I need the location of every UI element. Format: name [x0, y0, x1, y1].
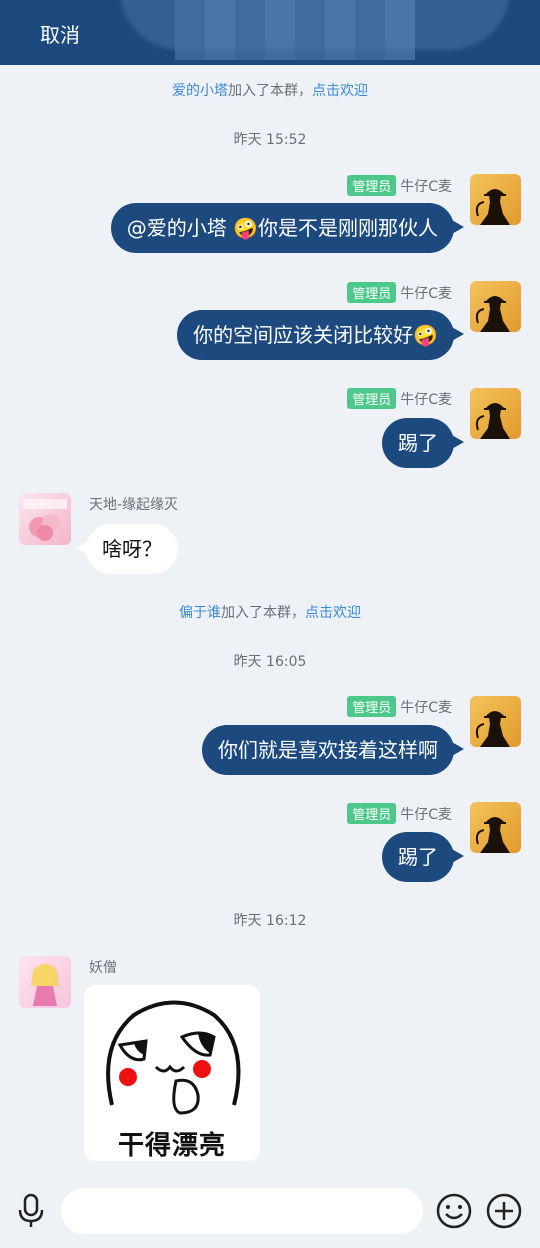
blurred-title-pattern [175, 0, 415, 60]
sender-name: 牛仔C麦 [400, 699, 452, 716]
join-text: 加入了本群， [221, 605, 305, 621]
message-text: 踢了 [398, 431, 438, 455]
avatar[interactable] [19, 956, 71, 1008]
sender-name: 妖僧 [89, 960, 117, 976]
cowboy-silhouette-icon [475, 296, 510, 332]
timestamp: 昨天 16:12 [233, 913, 307, 929]
header-bar: 取消 [0, 0, 540, 65]
join-text: 加入了本群， [228, 83, 312, 99]
admin-badge: 管理员 [347, 803, 397, 824]
message-input[interactable] [61, 1188, 423, 1234]
message-text: 你的空间应该关闭比较好🤪 [193, 323, 438, 347]
avatar[interactable] [470, 388, 521, 439]
message-text: 你们就是喜欢接着这样啊 [218, 738, 438, 762]
cowboy-silhouette-icon [475, 403, 510, 439]
input-bar [0, 1172, 540, 1248]
welcome-link[interactable]: 点击欢迎 [312, 83, 368, 99]
avatar[interactable] [470, 174, 521, 225]
message-text: 踢了 [398, 845, 438, 869]
avatar[interactable] [470, 696, 521, 747]
admin-badge: 管理员 [347, 388, 397, 409]
sender-name: 牛仔C麦 [400, 806, 452, 823]
admin-badge: 管理员 [347, 175, 397, 196]
sticker-caption: 干得漂亮 [117, 1131, 226, 1161]
avatar[interactable] [470, 802, 521, 853]
sender-meta: 管理员 牛仔C麦 [347, 175, 452, 196]
cowboy-silhouette-icon [475, 189, 510, 225]
sender-name: 牛仔C麦 [400, 391, 452, 408]
chat-bubble-outgoing[interactable]: 踢了 [382, 418, 464, 468]
flower-avatar-icon [23, 499, 67, 541]
admin-badge: 管理员 [347, 696, 397, 717]
microphone-icon[interactable] [12, 1192, 50, 1230]
message-text: @爱的小塔 🤪你是不是刚刚那伙人 [126, 216, 438, 240]
sender-name: 天地-缘起缘灭 [89, 497, 179, 513]
smile-icon[interactable] [435, 1192, 473, 1230]
chat-bubble-outgoing[interactable]: 你们就是喜欢接着这样啊 [202, 725, 464, 775]
timestamp: 昨天 15:52 [233, 132, 307, 148]
plus-icon[interactable] [485, 1192, 523, 1230]
message-text: 啥呀？ [102, 537, 162, 561]
system-notice-join: 爱的小塔加入了本群，点击欢迎 [0, 80, 540, 100]
timestamp: 昨天 16:05 [233, 654, 307, 670]
sender-meta: 管理员 牛仔C麦 [347, 696, 452, 717]
avatar[interactable] [19, 493, 71, 545]
cowboy-silhouette-icon [475, 817, 510, 853]
cowboy-silhouette-icon [475, 711, 510, 747]
sender-name: 牛仔C麦 [400, 178, 452, 195]
system-notice-join: 偏于谁加入了本群，点击欢迎 [0, 602, 540, 622]
sender-meta: 管理员 牛仔C麦 [347, 803, 452, 824]
admin-badge: 管理员 [347, 282, 397, 303]
sender-meta: 管理员 牛仔C麦 [347, 282, 452, 303]
chat-bubble-outgoing[interactable]: 踢了 [382, 832, 464, 882]
sender-name: 牛仔C麦 [400, 285, 452, 302]
chat-bubble-outgoing[interactable]: @爱的小塔 🤪你是不是刚刚那伙人 [110, 203, 464, 253]
joined-user-link[interactable]: 爱的小塔 [172, 83, 228, 99]
joined-user-link[interactable]: 偏于谁 [179, 605, 221, 621]
avatar[interactable] [470, 281, 521, 332]
welcome-link[interactable]: 点击欢迎 [305, 605, 361, 621]
sticker-image[interactable]: 干得漂亮 [84, 985, 260, 1161]
chat-bubble-outgoing[interactable]: 你的空间应该关闭比较好🤪 [177, 310, 464, 360]
cancel-button[interactable]: 取消 [40, 19, 80, 48]
sender-meta: 管理员 牛仔C麦 [347, 388, 452, 409]
anime-girl-avatar-icon [31, 964, 59, 1006]
chat-bubble-incoming[interactable]: 啥呀？ [76, 524, 178, 574]
